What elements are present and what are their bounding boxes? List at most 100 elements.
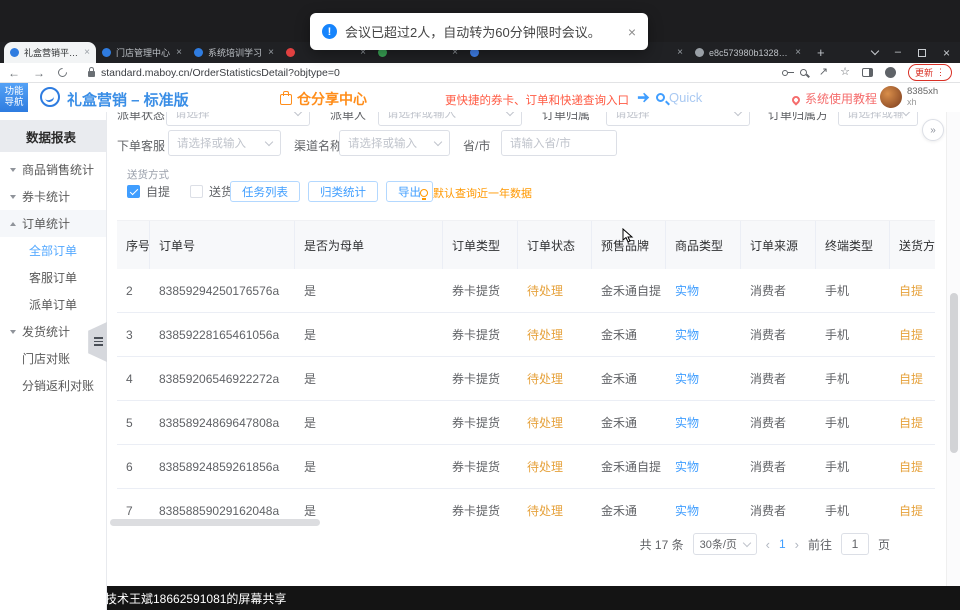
table-cell: 消费者 <box>741 357 816 400</box>
column-header: 订单来源 <box>741 221 816 269</box>
meeting-toast: ! 会议已超过2人，自动转为60分钟限时会议。 × <box>310 13 648 50</box>
table-cell: 是 <box>295 401 443 444</box>
function-nav-button[interactable]: 功能导航 <box>0 83 28 112</box>
column-header: 订单号 <box>150 221 295 269</box>
filter-select[interactable]: 请选择或输入 <box>339 130 450 156</box>
table-cell: 手机 <box>816 269 890 312</box>
checkbox-delivery[interactable] <box>190 185 203 198</box>
table-cell: 金禾通自提 <box>592 445 666 488</box>
table-cell: 实物 <box>666 313 741 356</box>
table-cell: 实物 <box>666 445 741 488</box>
sidebar-item[interactable]: 商品销售统计 <box>0 156 106 183</box>
query-tip: 默认查询近一年数据 <box>420 185 532 201</box>
user-names: 8385xh xh <box>907 87 938 107</box>
table-cell: 待处理 <box>518 357 592 400</box>
table-cell: 自提 <box>890 357 935 400</box>
page-unit: 页 <box>878 536 890 553</box>
table-cell: 自提 <box>890 313 935 356</box>
page-size-select[interactable]: 30条/页 <box>693 533 757 555</box>
table-cell: 3 <box>117 313 150 356</box>
avatar <box>880 86 902 108</box>
caret-down-icon <box>10 168 16 172</box>
table-cell: 消费者 <box>741 401 816 444</box>
table-row[interactable]: 783858859029162048a是券卡提货待处理金禾通实物消费者手机自提 <box>117 489 935 517</box>
checkbox-self-pickup-label[interactable]: 自提 <box>146 183 170 200</box>
pagination: 共 17 条 30条/页 ‹ 1 › 前往 页 <box>600 532 890 556</box>
filter-select[interactable]: 请选择或输入 <box>168 130 281 156</box>
table-row[interactable]: 683858924859261856a是券卡提货待处理金禾通自提实物消费者手机自… <box>117 445 935 489</box>
table-cell: 自提 <box>890 269 935 312</box>
table-cell: 待处理 <box>518 313 592 356</box>
column-header: 送货方式 <box>890 221 935 269</box>
toast-close-icon[interactable]: × <box>628 24 636 40</box>
sidebar: 数据报表 商品销售统计券卡统计订单统计全部订单客服订单派单订单发货统计门店对账分… <box>0 112 107 610</box>
table-row[interactable]: 383859228165461056a是券卡提货待处理金禾通实物消费者手机自提 <box>117 313 935 357</box>
filter-label: 下单客服 <box>117 137 165 154</box>
share-center-link[interactable]: 仓分享中心 <box>280 89 367 109</box>
sidebar-items: 商品销售统计券卡统计订单统计全部订单客服订单派单订单发货统计门店对账分销返利对账 <box>0 156 106 399</box>
query-tip-text: 默认查询近一年数据 <box>433 185 532 201</box>
table-header-row: 序号订单号是否为母单订单类型订单状态预售品牌商品类型订单来源终端类型送货方式 <box>117 221 935 269</box>
sidebar-item[interactable]: 分销返利对账 <box>0 372 106 399</box>
filter-input[interactable]: 请输入省/市 <box>501 130 617 156</box>
prev-page-button[interactable]: ‹ <box>766 537 770 552</box>
table-body: 283859294250176576a是券卡提货待处理金禾通自提实物消费者手机自… <box>117 269 935 517</box>
chevron-down-icon <box>265 137 273 145</box>
expand-filters-button[interactable]: » <box>922 119 944 141</box>
column-header: 订单状态 <box>518 221 592 269</box>
table-cell: 2 <box>117 269 150 312</box>
caret-down-icon <box>10 330 16 334</box>
checkbox-self-pickup[interactable] <box>127 185 140 198</box>
next-page-button[interactable]: › <box>795 537 799 552</box>
task-list-button[interactable]: 任务列表 <box>230 181 300 202</box>
table-cell: 手机 <box>816 313 890 356</box>
table-row[interactable]: 583858924869647808a是券卡提货待处理金禾通实物消费者手机自提 <box>117 401 935 445</box>
table-cell: 券卡提货 <box>443 357 518 400</box>
horizontal-scrollbar[interactable] <box>110 519 320 526</box>
sidebar-item[interactable]: 客服订单 <box>0 264 106 291</box>
quick-label: Quick <box>669 90 702 105</box>
table-cell: 手机 <box>816 357 890 400</box>
screen: 礼盒营销平台管理中心×门店管理中心×系统培训学习××××e8c573980b13… <box>0 0 960 610</box>
table-cell: 金禾通 <box>592 489 666 517</box>
tutorial-link[interactable]: 系统使用教程 <box>792 90 877 107</box>
toast-message: 会议已超过2人，自动转为60分钟限时会议。 <box>345 22 601 41</box>
quick-search[interactable]: Quick <box>656 90 702 105</box>
user-account[interactable]: 8385xh xh <box>880 86 938 108</box>
app-header: 功能导航 礼盒营销 – 标准版 仓分享中心 更快捷的券卡、订单和快递查询入口 Q… <box>0 83 960 112</box>
table-row[interactable]: 483859206546922272a是券卡提货待处理金禾通实物消费者手机自提 <box>117 357 935 401</box>
sidebar-item[interactable]: 全部订单 <box>0 237 106 264</box>
sidebar-item-label: 全部订单 <box>29 242 77 259</box>
table-cell: 83859294250176576a <box>150 269 295 312</box>
column-header: 终端类型 <box>816 221 890 269</box>
goto-page-input[interactable] <box>841 533 869 555</box>
info-icon: ! <box>322 24 337 39</box>
table-row[interactable]: 283859294250176576a是券卡提货待处理金禾通自提实物消费者手机自… <box>117 269 935 313</box>
sidebar-item-label: 客服订单 <box>29 269 77 286</box>
caret-up-icon <box>10 222 16 226</box>
sidebar-item[interactable]: 派单订单 <box>0 291 106 318</box>
table-cell: 是 <box>295 357 443 400</box>
table-cell: 5 <box>117 401 150 444</box>
table-cell: 消费者 <box>741 269 816 312</box>
table-cell: 券卡提货 <box>443 313 518 356</box>
table-cell: 6 <box>117 445 150 488</box>
toolbar-buttons: 任务列表 归类统计 导出 <box>230 181 433 202</box>
table-cell: 实物 <box>666 401 741 444</box>
chevron-down-icon <box>434 137 442 145</box>
sidebar-item[interactable]: 订单统计 <box>0 210 106 237</box>
table-cell: 实物 <box>666 269 741 312</box>
current-page[interactable]: 1 <box>779 537 786 551</box>
table-cell: 消费者 <box>741 489 816 517</box>
page-size-value: 30条/页 <box>700 536 737 552</box>
table-cell: 自提 <box>890 445 935 488</box>
table-cell: 金禾通自提 <box>592 269 666 312</box>
sidebar-item-label: 发货统计 <box>22 323 70 340</box>
placeholder-text: 请选择或输入 <box>177 135 246 151</box>
category-stats-button[interactable]: 归类统计 <box>308 181 378 202</box>
sidebar-item-label: 门店对账 <box>22 350 70 367</box>
table-cell: 待处理 <box>518 269 592 312</box>
table-cell: 83859228165461056a <box>150 313 295 356</box>
sidebar-item[interactable]: 券卡统计 <box>0 183 106 210</box>
table-cell: 待处理 <box>518 489 592 517</box>
